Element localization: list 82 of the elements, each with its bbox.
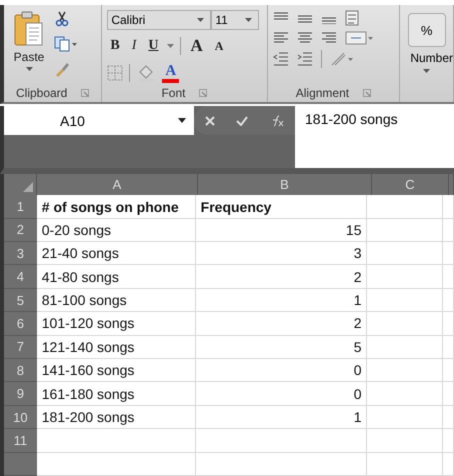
column-header[interactable] (449, 174, 454, 196)
launcher-icon[interactable] (363, 89, 372, 97)
cancel-icon[interactable] (204, 116, 215, 126)
italic-button[interactable]: I (128, 38, 140, 54)
corner-triangle-icon (23, 182, 33, 192)
row-header[interactable]: 5 (4, 288, 37, 312)
row-header[interactable]: 1 (4, 195, 37, 219)
table-cell: 2 (196, 312, 368, 336)
table-cell: 2 (196, 265, 368, 289)
select-all-button[interactable] (4, 174, 37, 196)
table-cell (443, 242, 454, 266)
table-cell (443, 452, 454, 476)
shrink-font-button[interactable]: A (212, 38, 226, 54)
row-header[interactable]: 2 (4, 218, 37, 242)
scissors-icon[interactable] (54, 11, 70, 27)
table-cell: 0 (196, 382, 368, 406)
column-header[interactable]: C (372, 174, 449, 196)
table-cell (443, 195, 454, 219)
table-cell (443, 336, 454, 360)
name-box[interactable]: A10 (4, 106, 194, 135)
table-cell: 161-180 songs (36, 382, 196, 406)
align-center-icon[interactable] (296, 32, 313, 44)
table-cell: 5 (196, 336, 368, 360)
percent-button[interactable]: % (408, 13, 446, 47)
paste-button[interactable]: Paste (14, 50, 44, 64)
increase-indent-icon[interactable] (296, 52, 313, 66)
table-cell: 1 (196, 406, 368, 430)
decrease-indent-icon[interactable] (272, 52, 289, 66)
row-header[interactable]: 11 (4, 429, 37, 453)
table-cell: 15 (196, 218, 368, 242)
table-cell (443, 429, 454, 453)
align-right-icon[interactable] (320, 32, 337, 44)
column-header[interactable]: B (198, 174, 372, 196)
row-header[interactable]: 6 (4, 312, 37, 336)
clipboard-icon[interactable] (14, 11, 44, 47)
row-header[interactable]: 3 (4, 242, 37, 266)
table-cell (443, 359, 454, 382)
table-cell: 0 (196, 359, 368, 382)
align-left-icon[interactable] (272, 32, 289, 44)
row-header[interactable]: 4 (4, 265, 37, 289)
table-cell: 1 (196, 288, 368, 312)
table-cell: 21-40 songs (36, 242, 196, 266)
row-header[interactable]: 9 (4, 382, 37, 406)
table-cell: Frequency (196, 195, 368, 219)
table-cell: 101-120 songs (36, 312, 196, 336)
table-cell: 121-140 songs (36, 336, 196, 360)
font-name-field[interactable]: Calibri (107, 10, 212, 30)
table-cell: 3 (196, 242, 368, 266)
table-cell: 81-100 songs (36, 288, 196, 312)
font-size-field[interactable]: 11 (211, 10, 260, 30)
table-cell: 181-200 songs (36, 406, 196, 430)
number-format-button[interactable]: Number (410, 51, 453, 65)
merge-icon[interactable] (344, 31, 373, 45)
row-header[interactable]: 7 (4, 336, 37, 360)
table-cell: 0-20 songs (36, 218, 196, 242)
table-cell (443, 265, 454, 289)
function-icon[interactable] (270, 114, 284, 126)
check-icon[interactable] (236, 116, 248, 126)
column-header[interactable]: A (37, 174, 198, 196)
font-color-button[interactable]: A (162, 64, 180, 82)
table-cell: 41-80 songs (36, 265, 196, 289)
row-header[interactable]: 10 (4, 406, 37, 430)
group-label: Alignment (296, 86, 350, 100)
group-label: Font (161, 86, 186, 100)
bold-button[interactable]: B (107, 38, 123, 54)
group-label: Clipboard (16, 86, 68, 100)
table-cell (443, 218, 454, 242)
table-cell: 141-160 songs (36, 359, 196, 382)
grow-font-button[interactable]: A (187, 36, 206, 56)
formula-input[interactable]: 181-200 songs (295, 106, 454, 168)
copy-icon[interactable] (54, 36, 78, 52)
table-cell (443, 288, 454, 312)
wrap-text-icon[interactable] (344, 10, 361, 26)
table-cell (443, 312, 454, 336)
table-cell (443, 382, 454, 406)
launcher-icon[interactable] (81, 89, 90, 97)
underline-button[interactable]: U (145, 38, 162, 54)
launcher-icon[interactable] (199, 89, 208, 97)
table-cell: # of songs on phone (36, 195, 196, 219)
caret-icon[interactable] (178, 118, 186, 123)
table-cell (443, 406, 454, 430)
row-header[interactable]: 8 (4, 359, 37, 382)
